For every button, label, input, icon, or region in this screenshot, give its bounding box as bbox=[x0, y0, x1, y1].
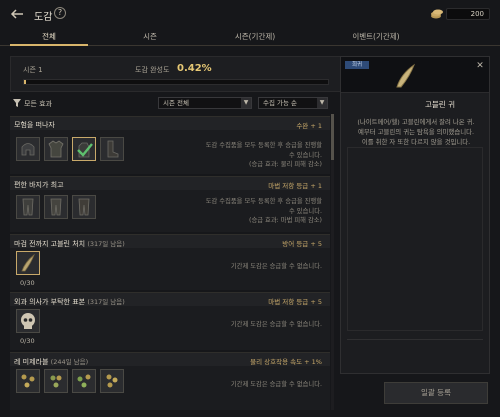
tab-season-limited[interactable]: 시즌(기간제) bbox=[215, 31, 295, 42]
group-description: 기간제 도감은 승급할 수 없습니다. bbox=[230, 321, 322, 328]
collection-list: 모험을 떠나자 수완 + 1 도감 수집품을 모두 등록한 후 승급을 진행할 … bbox=[10, 114, 330, 410]
filter-icon[interactable] bbox=[13, 99, 21, 107]
collection-group[interactable]: 모험을 떠나자 수완 + 1 도감 수집품을 모두 등록한 후 승급을 진행할 … bbox=[10, 116, 330, 174]
sort-select[interactable]: 수집 가능 순 ▼ bbox=[258, 97, 328, 109]
chevron-down-icon: ▼ bbox=[241, 98, 251, 108]
group-header: 레 미제라블 (244일 남음) 물리 상호작용 속도 + 1% bbox=[10, 353, 330, 366]
group-name: 외과 의사가 부탁한 표본 (317일 남음) bbox=[14, 298, 125, 306]
register-all-button[interactable]: 일괄 등록 bbox=[384, 382, 488, 404]
flower-item-slot[interactable] bbox=[100, 369, 124, 393]
group-days-left: (317일 남음) bbox=[87, 240, 125, 248]
currency-value: 200 bbox=[446, 8, 490, 20]
group-effect: 방어 등급 + 5 bbox=[282, 240, 322, 248]
currency-display: 200 bbox=[422, 7, 492, 21]
rarity-badge: 희귀 bbox=[345, 61, 369, 69]
group-description: 기간제 도감은 승급할 수 없습니다. bbox=[230, 381, 322, 388]
page-title: 도감 bbox=[34, 12, 53, 23]
sort-select-value: 수집 가능 순 bbox=[263, 99, 298, 107]
group-days-left: (244일 남음) bbox=[50, 358, 89, 366]
group-effect: 마법 저항 등급 + 1 bbox=[268, 182, 322, 190]
pants-item-slot[interactable] bbox=[16, 195, 40, 219]
top-bar: 도감 ? 200 bbox=[0, 0, 500, 28]
flower-icon bbox=[106, 374, 118, 388]
season-select[interactable]: 시즌 전체 ▼ bbox=[158, 97, 252, 109]
flower-icon bbox=[21, 374, 35, 388]
tab-all[interactable]: 전체 bbox=[9, 31, 89, 42]
detail-description: (나이트메어/헬) 고블린에게서 잘려 나온 귀. 예부터 고블린의 귀는 탐욕… bbox=[357, 118, 475, 146]
group-description: 도감 수집품을 모두 등록한 후 승급을 진행할 수 있습니다. (승급 효과:… bbox=[205, 198, 322, 224]
list-scrollbar[interactable] bbox=[331, 114, 334, 410]
effect-filter-label[interactable]: 모든 효과 bbox=[24, 99, 52, 109]
group-name: 모험을 떠나자 bbox=[14, 121, 55, 129]
armor-icon bbox=[48, 140, 64, 158]
group-effect: 수완 + 1 bbox=[296, 122, 322, 130]
pants-icon bbox=[50, 198, 62, 216]
pants-item-slot[interactable] bbox=[72, 195, 96, 219]
pants-item-slot[interactable] bbox=[44, 195, 68, 219]
season-label: 시즌 1 bbox=[23, 66, 43, 74]
boots-icon bbox=[107, 140, 119, 158]
item-count: 0/30 bbox=[20, 279, 35, 287]
flower-icon bbox=[50, 375, 62, 388]
detail-header: 희귀 ✕ bbox=[341, 57, 489, 93]
group-header: 모험을 떠나자 수완 + 1 bbox=[10, 117, 330, 130]
goblin-ear-icon bbox=[396, 63, 416, 88]
detail-content-area bbox=[347, 147, 483, 331]
helmet-icon bbox=[21, 143, 35, 156]
group-days-left: (317일 남음) bbox=[87, 298, 125, 306]
goblin-ear-item-slot[interactable] bbox=[16, 251, 40, 275]
active-tab-indicator bbox=[10, 44, 88, 46]
item-detail-panel: 희귀 ✕ 고블린 귀 (나이트메어/헬) 고블린에게서 잘려 나온 귀. 예부터… bbox=[340, 56, 490, 374]
completion-progress-bar bbox=[23, 79, 329, 85]
season-select-value: 시즌 전체 bbox=[163, 99, 189, 107]
skull-icon bbox=[21, 313, 35, 329]
armor-item-slot[interactable] bbox=[44, 137, 68, 161]
glove-item-slot[interactable] bbox=[72, 137, 96, 161]
group-effect: 마법 저항 등급 + 5 bbox=[268, 298, 322, 306]
tab-season[interactable]: 시즌 bbox=[110, 31, 190, 42]
completion-progress-fill bbox=[24, 80, 26, 84]
boots-item-slot[interactable] bbox=[100, 137, 124, 161]
skull-item-slot[interactable] bbox=[16, 309, 40, 333]
filter-row: 모든 효과 시즌 전체 ▼ 수집 가능 순 ▼ bbox=[10, 96, 330, 110]
collection-group[interactable]: 편한 바지가 최고 마법 저항 등급 + 1 도감 수집품을 모두 등록한 후 … bbox=[10, 176, 330, 232]
group-description: 기간제 도감은 승급할 수 없습니다. bbox=[230, 263, 322, 270]
collection-group[interactable]: 외과 의사가 부탁한 표본 (317일 남음) 마법 저항 등급 + 5 0/3… bbox=[10, 292, 330, 350]
back-arrow-icon[interactable] bbox=[10, 9, 24, 19]
completion-value: 0.42% bbox=[177, 63, 212, 74]
collection-group[interactable]: 레 미제라블 (244일 남음) 물리 상호작용 속도 + 1% 기간제 도감은… bbox=[10, 352, 330, 410]
group-header: 편한 바지가 최고 마법 저항 등급 + 1 bbox=[10, 177, 330, 190]
scrollbar-thumb[interactable] bbox=[331, 114, 334, 160]
divider bbox=[347, 339, 483, 340]
group-header: 외과 의사가 부탁한 표본 (317일 남음) 마법 저항 등급 + 5 bbox=[10, 293, 330, 306]
flower-icon bbox=[77, 374, 91, 388]
help-icon[interactable]: ? bbox=[54, 7, 66, 19]
group-name: 마검 전까지 고블린 처치 (317일 남음) bbox=[14, 240, 125, 248]
group-name: 편한 바지가 최고 bbox=[14, 181, 64, 189]
collection-group[interactable]: 마검 전까지 고블린 처치 (317일 남음) 방어 등급 + 5 0/30 기… bbox=[10, 234, 330, 290]
pants-icon bbox=[22, 198, 34, 216]
chevron-down-icon: ▼ bbox=[317, 98, 327, 108]
close-icon[interactable]: ✕ bbox=[475, 61, 485, 71]
flower-item-slot[interactable] bbox=[72, 369, 96, 393]
group-name: 레 미제라블 (244일 남음) bbox=[14, 358, 89, 366]
detail-item-name: 고블린 귀 bbox=[425, 100, 455, 109]
group-description: 도감 수집품을 모두 등록한 후 승급을 진행할 수 있습니다. (승급 효과:… bbox=[205, 142, 322, 168]
completion-label: 도감 완성도 bbox=[135, 66, 170, 74]
group-header: 마검 전까지 고블린 처치 (317일 남음) 방어 등급 + 5 bbox=[10, 235, 330, 248]
item-count: 0/30 bbox=[20, 337, 35, 345]
group-effect: 물리 상호작용 속도 + 1% bbox=[250, 358, 322, 366]
flower-item-slot[interactable] bbox=[44, 369, 68, 393]
checkmark-icon bbox=[77, 143, 93, 157]
flower-item-slot[interactable] bbox=[16, 369, 40, 393]
goblin-ear-icon bbox=[21, 253, 35, 272]
pants-icon bbox=[78, 198, 90, 216]
coin-stack-icon bbox=[431, 9, 443, 19]
helmet-item-slot[interactable] bbox=[16, 137, 40, 161]
tab-event-limited[interactable]: 이벤트(기간제) bbox=[336, 31, 416, 42]
